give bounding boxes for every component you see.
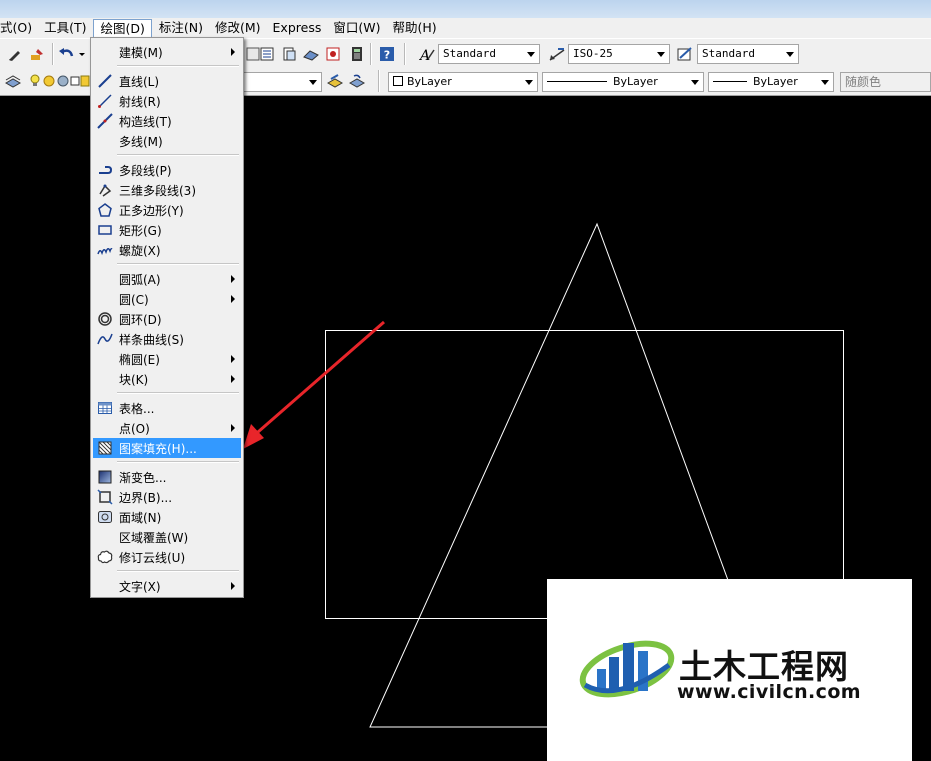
menu-separator bbox=[117, 570, 239, 572]
chevron-right-icon bbox=[231, 582, 235, 590]
menu-item-helix[interactable]: 螺旋(X) bbox=[93, 240, 241, 260]
menu-item-ellipse[interactable]: 椭圆(E) bbox=[93, 349, 241, 369]
gradient-icon bbox=[93, 467, 117, 487]
menu-item-hatch[interactable]: 图案填充(H)... bbox=[93, 438, 241, 458]
xline-icon bbox=[93, 111, 117, 131]
menu-item-arc[interactable]: 圆弧(A) bbox=[93, 269, 241, 289]
region-icon bbox=[93, 507, 117, 527]
menu-item-text[interactable]: 文字(X) bbox=[93, 576, 241, 596]
watermark-url: www.civilcn.com bbox=[677, 681, 861, 703]
menu-item-ray[interactable]: 射线(R) bbox=[93, 91, 241, 111]
pointer-arrow-shaft bbox=[257, 320, 385, 434]
line-icon bbox=[93, 71, 117, 91]
menu-item-donut[interactable]: 圆环(D) bbox=[93, 309, 241, 329]
menu-item-table[interactable]: 表格... bbox=[93, 398, 241, 418]
menu-item-circle[interactable]: 圆(C) bbox=[93, 289, 241, 309]
menu-separator bbox=[117, 392, 239, 394]
menu-item-boundary[interactable]: 边界(B)... bbox=[93, 487, 241, 507]
rectangle-shape[interactable] bbox=[325, 330, 844, 619]
menu-separator bbox=[117, 65, 239, 67]
helix-icon bbox=[93, 240, 117, 260]
civilcn-logo-icon bbox=[579, 640, 675, 698]
ray-icon bbox=[93, 91, 117, 111]
menu-separator bbox=[117, 263, 239, 265]
menu-item-polyline[interactable]: 多段线(P) bbox=[93, 160, 241, 180]
donut-icon bbox=[93, 309, 117, 329]
hatch-icon bbox=[93, 438, 117, 458]
rectangle-icon bbox=[93, 220, 117, 240]
chevron-right-icon bbox=[231, 48, 235, 56]
menu-item-xline[interactable]: 构造线(T) bbox=[93, 111, 241, 131]
polygon-icon bbox=[93, 200, 117, 220]
polyline-icon bbox=[93, 160, 117, 180]
menu-item-polygon[interactable]: 正多边形(Y) bbox=[93, 200, 241, 220]
menu-item-wipeout[interactable]: 区域覆盖(W) bbox=[93, 527, 241, 547]
menu-separator bbox=[117, 461, 239, 463]
chevron-right-icon bbox=[231, 275, 235, 283]
menu-item-gradient[interactable]: 渐变色... bbox=[93, 467, 241, 487]
menu-separator bbox=[117, 154, 239, 156]
menu-item-revcloud[interactable]: 修订云线(U) bbox=[93, 547, 241, 567]
watermark: 土木工程网 www.civilcn.com bbox=[547, 579, 912, 761]
menu-item-3dpoly[interactable]: 三维多段线(3) bbox=[93, 180, 241, 200]
chevron-right-icon bbox=[231, 375, 235, 383]
spline-icon bbox=[93, 329, 117, 349]
chevron-right-icon bbox=[231, 295, 235, 303]
draw-menu: 建模(M) 直线(L) 射线(R) 构造线(T) 多线(M) 多段线(P) 三维… bbox=[90, 37, 244, 598]
menu-item-rectangle[interactable]: 矩形(G) bbox=[93, 220, 241, 240]
chevron-right-icon bbox=[231, 355, 235, 363]
boundary-icon bbox=[93, 487, 117, 507]
menu-item-block[interactable]: 块(K) bbox=[93, 369, 241, 389]
menu-item-mline[interactable]: 多线(M) bbox=[93, 131, 241, 151]
table-icon bbox=[93, 398, 117, 418]
chevron-right-icon bbox=[231, 424, 235, 432]
menu-item-spline[interactable]: 样条曲线(S) bbox=[93, 329, 241, 349]
menu-item-point[interactable]: 点(O) bbox=[93, 418, 241, 438]
3dpoly-icon bbox=[93, 180, 117, 200]
menu-item-modeling[interactable]: 建模(M) bbox=[93, 42, 241, 62]
revcloud-icon bbox=[93, 547, 117, 567]
menu-item-region[interactable]: 面域(N) bbox=[93, 507, 241, 527]
menu-item-line[interactable]: 直线(L) bbox=[93, 71, 241, 91]
